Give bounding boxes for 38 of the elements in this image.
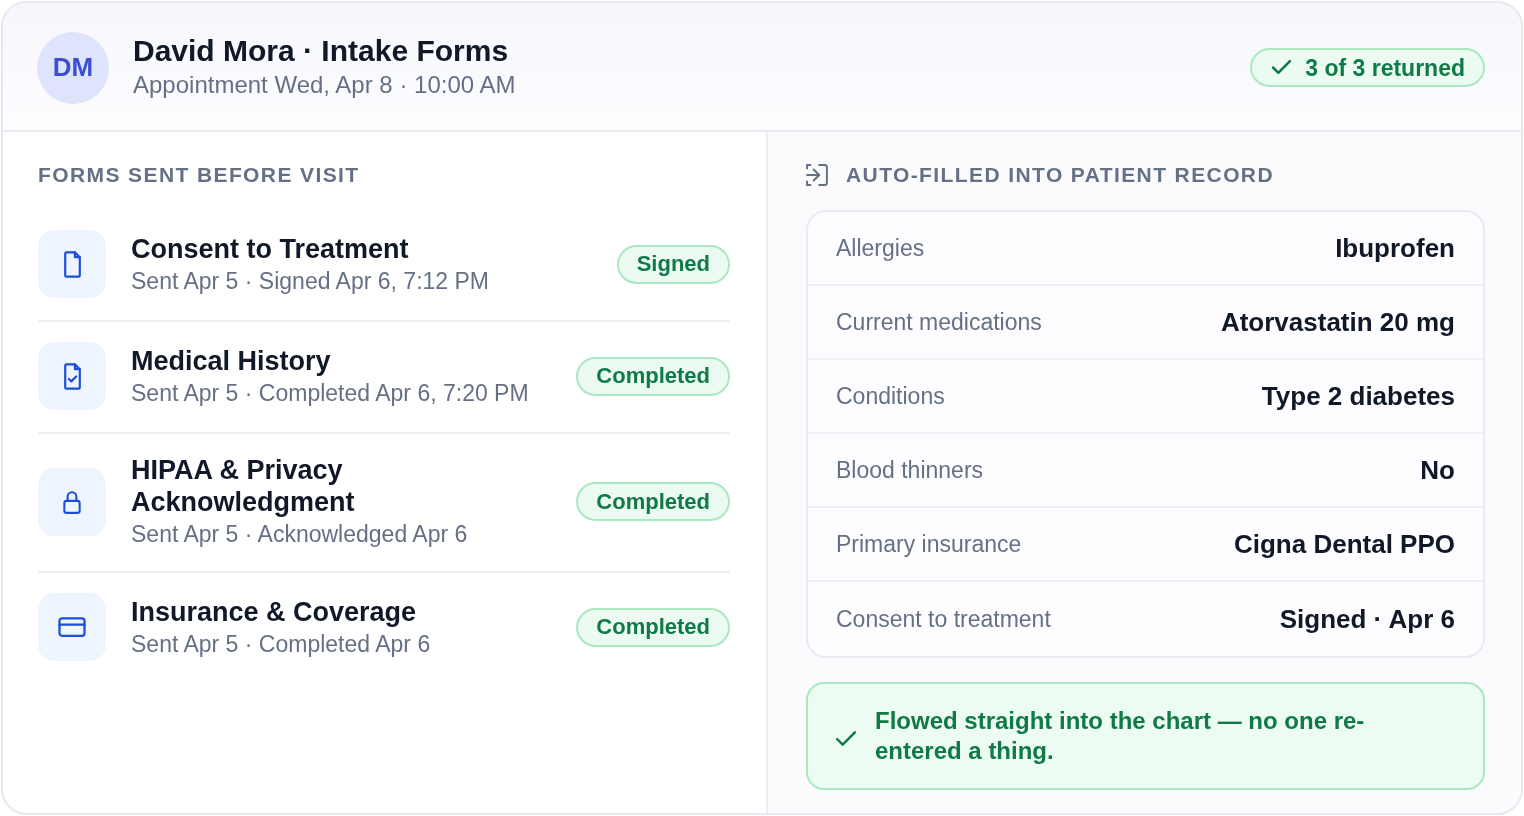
field-label: Blood thinners (836, 456, 984, 485)
field-value: Type 2 diabetes (1261, 380, 1455, 412)
field-value: Atorvastatin 20 mg (1220, 306, 1455, 338)
appointment-text: Appointment Wed, Apr 8 · 10:00 AM (133, 70, 516, 100)
field-value: Cigna Dental PPO (1233, 528, 1455, 560)
status-pill: Signed (616, 244, 730, 284)
field-label: Current medications (836, 308, 1042, 337)
section-heading: AUTO-FILLED INTO PATIENT RECORD (846, 162, 1274, 188)
form-title: Insurance & Coverage (131, 595, 417, 628)
section-heading: FORMS SENT BEFORE VISIT (38, 162, 361, 188)
form-title: HIPAA & Privacy Acknowledgment (131, 454, 356, 518)
form-detail: Sent Apr 5 · Completed Apr 6, 7:20 PM (131, 378, 529, 408)
check-icon (1272, 60, 1292, 75)
field-value: No (1420, 454, 1455, 486)
status-pill: Completed (576, 607, 730, 647)
lock-icon (38, 467, 106, 536)
field-value: Signed · Apr 6 (1279, 603, 1455, 635)
form-title: Medical History (131, 344, 331, 377)
document-icon (38, 230, 106, 298)
status-pill: Completed (576, 482, 730, 521)
field-value: Ibuprofen (1335, 232, 1455, 264)
field-label: Consent to treatment (836, 605, 1051, 634)
avatar: DM (37, 31, 109, 104)
form-detail: Sent Apr 5 · Signed Apr 6, 7:12 PM (131, 266, 489, 296)
field-label: Primary insurance (836, 530, 1022, 559)
credit-card-icon (38, 593, 106, 661)
field-label: Conditions (836, 382, 945, 411)
form-detail: Sent Apr 5 · Acknowledged Apr 6 (131, 520, 468, 549)
sign-in-icon (806, 164, 828, 186)
note-text: Flowed straight into the chart — no one re-entered a thing. (875, 706, 1366, 766)
form-detail: Sent Apr 5 · Completed Apr 6 (131, 629, 431, 659)
form-title: Consent to Treatment (131, 232, 409, 265)
status-pill: Completed (576, 356, 730, 396)
document-check-icon (38, 342, 106, 410)
check-icon (836, 731, 856, 747)
patient-title: David Mora · Intake Forms (133, 33, 509, 69)
returned-count-text: 3 of 3 returned (1305, 53, 1465, 82)
field-label: Allergies (836, 234, 925, 263)
